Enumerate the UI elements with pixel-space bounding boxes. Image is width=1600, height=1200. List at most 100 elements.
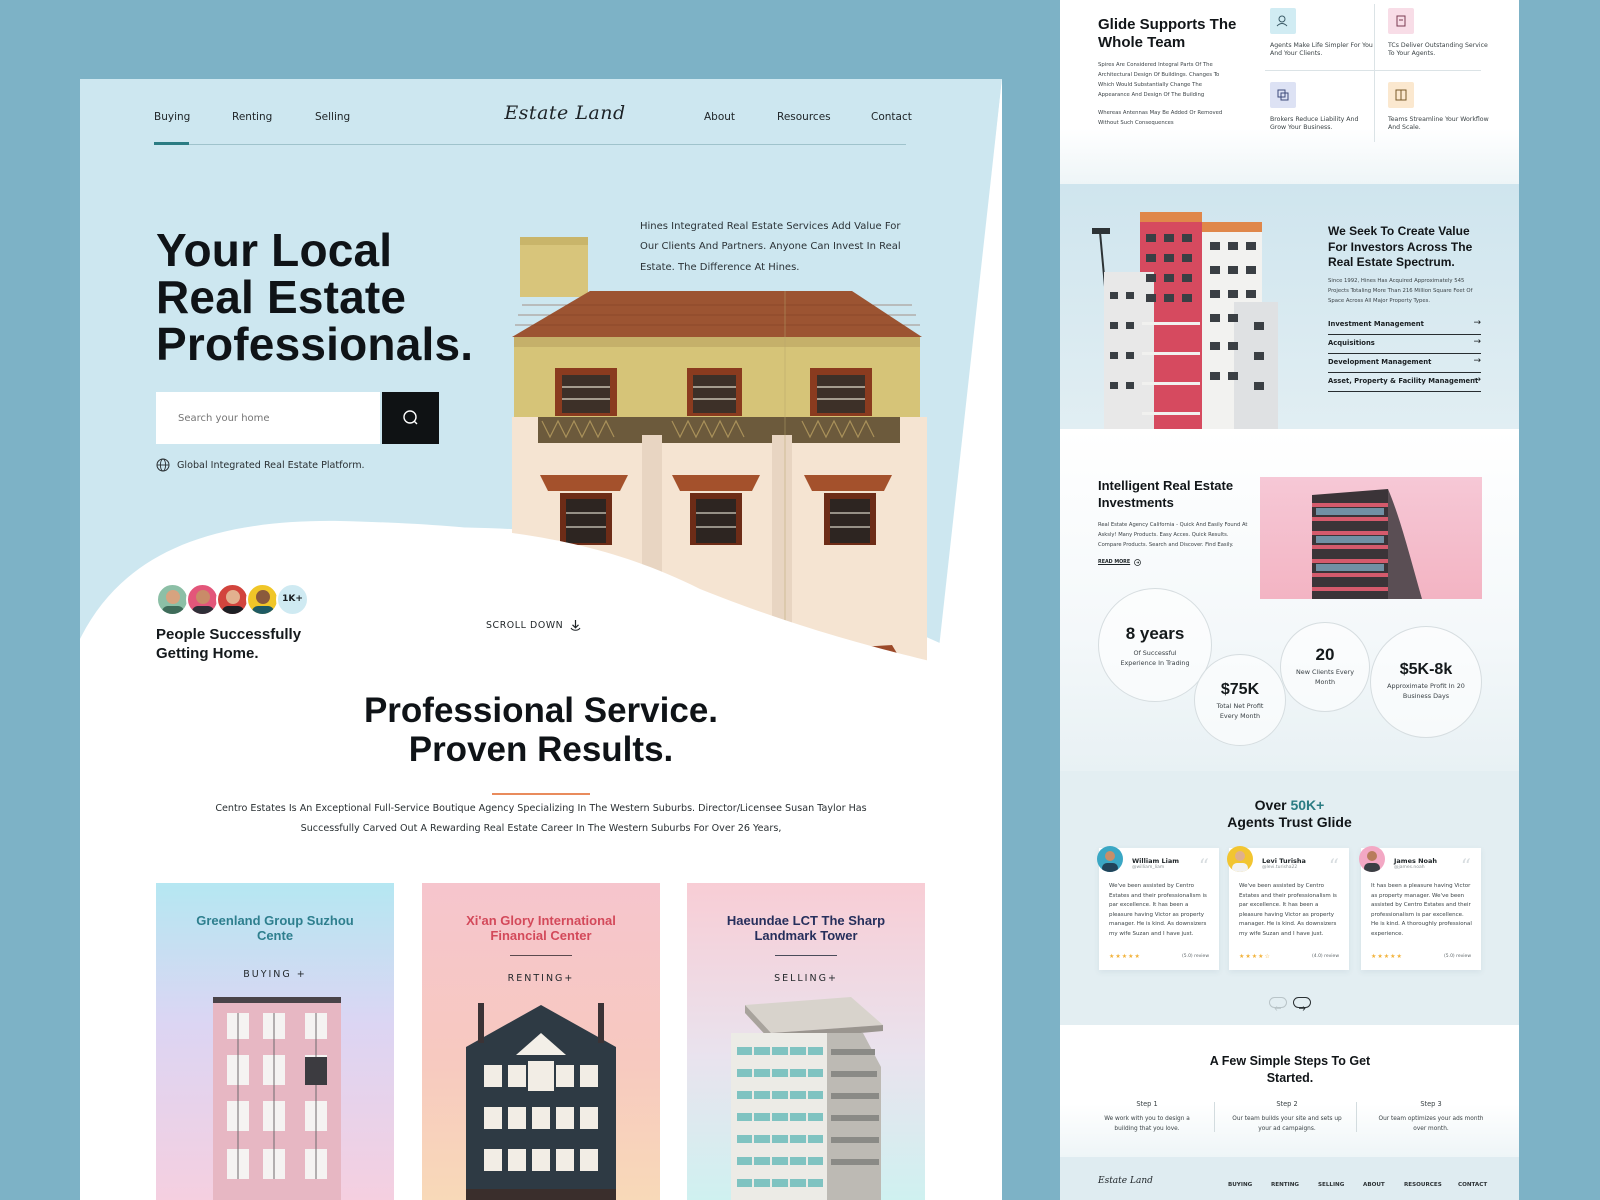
- stat-new-clients: 20 New Clients Every Month: [1280, 622, 1370, 712]
- footer-logo[interactable]: Estate Land: [1098, 1176, 1153, 1186]
- footer-link-selling[interactable]: SELLING: [1318, 1182, 1344, 1188]
- footer-link-contact[interactable]: CONTACT: [1458, 1182, 1487, 1188]
- menu-asset-management[interactable]: Asset, Property & Facility Management →: [1328, 374, 1481, 392]
- card-title: Xi'an Glory International Financial Cent…: [466, 913, 616, 943]
- nav-about[interactable]: About: [704, 111, 735, 123]
- nav-contact[interactable]: Contact: [871, 111, 912, 123]
- feature-text: Agents Make Life Simpler For You And You…: [1270, 42, 1373, 57]
- workflow-icon: [1388, 82, 1414, 108]
- avatar: [216, 583, 249, 616]
- card-label[interactable]: RENTING+: [422, 973, 660, 984]
- reviewer-handle: @william_liam: [1132, 865, 1165, 870]
- arrow-circle-icon: [1134, 559, 1142, 566]
- building-image: [731, 997, 883, 1200]
- logo[interactable]: Estate Land: [500, 102, 630, 124]
- footer-link-renting[interactable]: RENTING: [1271, 1182, 1299, 1188]
- property-card-selling[interactable]: Haeundae LCT The Sharp Landmark Tower SE…: [687, 883, 925, 1200]
- platform-label: Global Integrated Real Estate Platform.: [177, 459, 365, 471]
- footer-link-buying[interactable]: BUYING: [1228, 1182, 1252, 1188]
- carousel-next-button[interactable]: [1293, 997, 1311, 1011]
- review-card: William Liam @william_liam “ We've been …: [1097, 846, 1219, 970]
- property-card-buying[interactable]: Greenland Group Suzhou Cente BUYING +: [156, 883, 394, 1200]
- arrow-right-icon: →: [1473, 356, 1481, 366]
- nav-buying[interactable]: Buying: [154, 111, 190, 123]
- nav-selling[interactable]: Selling: [315, 111, 350, 123]
- rating-stars: ★★★★☆: [1239, 953, 1271, 960]
- nav-resources[interactable]: Resources: [777, 111, 831, 123]
- secondary-page: Glide Supports The Whole Team Spires Are…: [1060, 0, 1519, 1200]
- review-text: It has been a pleasure having Victor as …: [1371, 883, 1472, 937]
- avatar: [156, 583, 189, 616]
- step-item: Step 1 We work with you to design a buil…: [1104, 1100, 1190, 1132]
- step-item: Step 2 Our team builds your site and set…: [1232, 1100, 1342, 1132]
- arrow-right-icon: →: [1473, 318, 1481, 328]
- step-item: Step 3 Our team optimizes your ads month…: [1378, 1100, 1484, 1132]
- step-divider: [1356, 1102, 1357, 1132]
- footer-link-resources[interactable]: RESOURCES: [1404, 1182, 1442, 1188]
- property-card-renting[interactable]: Xi'an Glory International Financial Cent…: [422, 883, 660, 1200]
- avatar: [1359, 846, 1385, 872]
- feature-divider: [1265, 70, 1481, 71]
- scroll-down-label: SCROLL DOWN: [486, 620, 564, 631]
- search-field[interactable]: [156, 392, 380, 444]
- card-label[interactable]: SELLING+: [687, 973, 925, 984]
- card-divider: [510, 955, 572, 956]
- feature-item: Brokers Reduce Liability And Grow Your B…: [1270, 82, 1376, 132]
- arrow-right-icon: →: [1473, 375, 1481, 385]
- menu-development-management[interactable]: Development Management →: [1328, 355, 1481, 373]
- arrow-left-icon: [1274, 1006, 1281, 1011]
- tower-image: [1092, 212, 1278, 429]
- services-description: Centro Estates Is An Exceptional Full-Se…: [215, 803, 867, 834]
- scroll-down-link[interactable]: SCROLL DOWN: [486, 619, 582, 632]
- nav-renting[interactable]: Renting: [232, 111, 272, 123]
- value-text: Since 1992, Hines Has Acquired Approxima…: [1328, 278, 1473, 304]
- landing-page: Buying Renting Selling Estate Land About…: [80, 79, 1002, 1200]
- arrow-right-icon: →: [1473, 337, 1481, 347]
- avatar-count-badge: 1K+: [276, 583, 309, 616]
- team-icon: [1270, 8, 1296, 34]
- quote-icon: “: [1328, 854, 1339, 878]
- read-more-link[interactable]: READ MORE: [1098, 559, 1142, 566]
- feature-item: TCs Deliver Outstanding Service To Your …: [1388, 8, 1494, 58]
- search-input[interactable]: [156, 392, 380, 444]
- reviewer-name: James Noah: [1394, 857, 1438, 865]
- invest-text: Real Estate Agency California - Quick An…: [1098, 522, 1248, 548]
- globe-icon: [156, 458, 170, 472]
- stat-profit: $5K-8k Approximate Profit In 20 Business…: [1370, 626, 1482, 738]
- rating-text: (4.0) review: [1312, 954, 1339, 959]
- invest-title: Intelligent Real Estate Investments: [1098, 478, 1234, 510]
- footer-link-about[interactable]: ABOUT: [1363, 1182, 1385, 1188]
- steps-section: [1060, 1025, 1519, 1157]
- reviewer-handle: @levi.turisha22: [1262, 865, 1298, 870]
- support-text-2: Whereas Antennas May Be Added Or Removed…: [1098, 110, 1223, 126]
- reviewer-handle: @james.noah: [1394, 865, 1425, 870]
- layers-icon: [1270, 82, 1296, 108]
- title-underline: [492, 793, 590, 795]
- support-title: Glide Supports The Whole Team: [1098, 16, 1237, 51]
- avatar: [246, 583, 279, 616]
- card-title: Haeundae LCT The Sharp Landmark Tower: [726, 913, 886, 943]
- reviewer-name: William Liam: [1132, 857, 1180, 865]
- read-more-label: READ MORE: [1098, 560, 1131, 565]
- value-title: We Seek To Create Value For Investors Ac…: [1328, 224, 1473, 269]
- services-title: Professional Service. Proven Results.: [363, 691, 719, 769]
- avatar: [1097, 846, 1123, 872]
- review-card: Levi Turisha @levi.turisha22 “ We've bee…: [1227, 846, 1349, 970]
- menu-investment-management[interactable]: Investment Management →: [1328, 317, 1481, 335]
- search-button[interactable]: [382, 392, 439, 444]
- step-divider: [1214, 1102, 1215, 1132]
- arrow-right-icon: [1299, 1006, 1306, 1011]
- avatar: [186, 583, 219, 616]
- arrow-down-icon: [570, 620, 581, 631]
- carousel-prev-button[interactable]: [1269, 997, 1287, 1011]
- menu-acquisitions[interactable]: Acquisitions →: [1328, 336, 1481, 354]
- feature-item: Agents Make Life Simpler For You And You…: [1270, 8, 1376, 58]
- feature-text: TCs Deliver Outstanding Service To Your …: [1388, 42, 1488, 57]
- avatar: [1227, 846, 1253, 872]
- platform-note: Global Integrated Real Estate Platform.: [156, 458, 365, 472]
- hero-title: Your Local Real Estate Professionals.: [156, 224, 474, 370]
- review-card: James Noah @james.noah “ It has been a p…: [1359, 846, 1481, 970]
- invest-image: [1260, 477, 1482, 599]
- card-label[interactable]: BUYING +: [156, 969, 394, 980]
- feature-text: Teams Streamline Your Workflow And Scale…: [1388, 116, 1489, 131]
